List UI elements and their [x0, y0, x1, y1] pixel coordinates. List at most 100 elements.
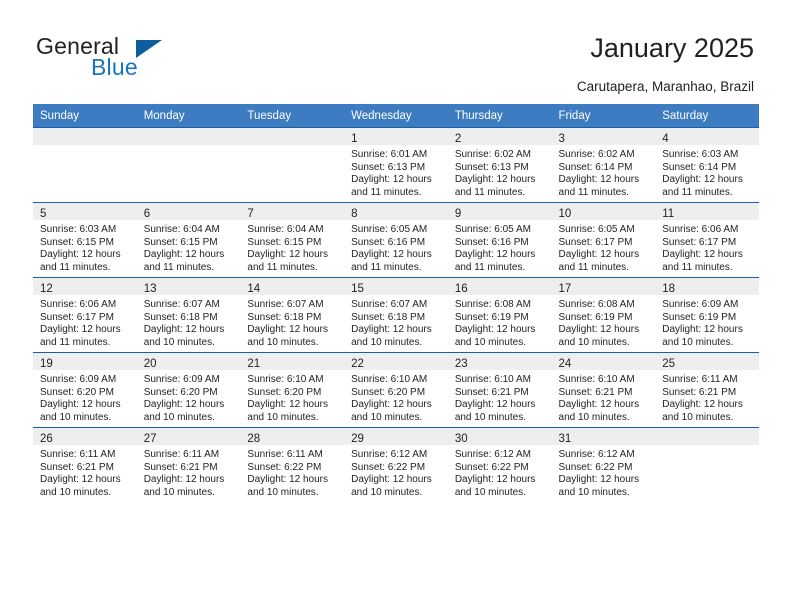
daylight-duration-line2: and 11 minutes. [454, 261, 526, 273]
calendar-day-cell[interactable]: 20 Sunrise: 6:09 AM Sunset: 6:20 PM Dayligh… [136, 352, 241, 428]
sunrise-time: Sunrise: 6:10 AM [247, 374, 324, 385]
day-number-band: 19 [33, 353, 137, 370]
calendar-day-cell[interactable]: 1 Sunrise: 6:01 AM Sunset: 6:13 PM Daylight… [344, 127, 448, 203]
calendar-day-cell[interactable]: 21 Sunrise: 6:10 AM Sunset: 6:20 PM Dayligh… [240, 352, 345, 428]
calendar-day-cell[interactable]: 29 Sunrise: 6:12 AM Sunset: 6:22 PM Dayligh… [344, 427, 448, 502]
calendar-day-cell[interactable]: 28 Sunrise: 6:11 AM Sunset: 6:22 PM Dayligh… [240, 427, 345, 502]
day-details: Sunrise: 6:11 AM Sunset: 6:22 PM Daylight:… [240, 445, 344, 499]
sunset-time: Sunset: 6:19 PM [662, 311, 737, 323]
calendar-day-cell[interactable]: 6 Sunrise: 6:04 AM Sunset: 6:15 PM Daylight… [136, 202, 241, 278]
calendar-day-cell[interactable]: 12 Sunrise: 6:06 AM Sunset: 6:17 PM Dayligh… [33, 277, 137, 353]
day-number: 3 [558, 133, 565, 145]
daylight-duration-line1: Daylight: 12 hours [454, 399, 536, 411]
calendar-day-cell[interactable]: 17 Sunrise: 6:08 AM Sunset: 6:19 PM Dayligh… [551, 277, 656, 353]
day-details: Sunrise: 6:09 AM Sunset: 6:19 PM Daylight:… [655, 295, 759, 349]
daylight-duration-line2: and 10 minutes. [247, 336, 319, 348]
calendar-day-cell[interactable]: 11 Sunrise: 6:06 AM Sunset: 6:17 PM Dayligh… [655, 202, 759, 278]
sunset-time: Sunset: 6:18 PM [247, 311, 322, 323]
daylight-duration-line1: Daylight: 12 hours [662, 399, 743, 411]
day-details: Sunrise: 6:10 AM Sunset: 6:21 PM Daylight:… [448, 370, 552, 424]
calendar-week-row: 26 Sunrise: 6:11 AM Sunset: 6:21 PM Dayligh… [33, 427, 759, 502]
weekday-header-wednesday: Wednesday [344, 104, 448, 128]
sunrise-time: Sunrise: 6:02 AM [558, 149, 635, 160]
sunset-time: Sunset: 6:21 PM [40, 461, 114, 473]
calendar-week-row: 12 Sunrise: 6:06 AM Sunset: 6:17 PM Dayligh… [33, 277, 759, 353]
day-number-band: 16 [447, 278, 552, 295]
daylight-duration-line1: Daylight: 12 hours [40, 399, 121, 411]
sunset-time: Sunset: 6:17 PM [662, 236, 737, 248]
calendar-day-cell[interactable]: 24 Sunrise: 6:10 AM Sunset: 6:21 PM Dayligh… [551, 352, 656, 428]
calendar-day-cell[interactable]: 15 Sunrise: 6:07 AM Sunset: 6:18 PM Dayligh… [344, 277, 448, 353]
calendar-day-cell[interactable]: 26 Sunrise: 6:11 AM Sunset: 6:21 PM Dayligh… [33, 427, 137, 502]
calendar-day-cell[interactable]: 22 Sunrise: 6:10 AM Sunset: 6:20 PM Dayligh… [344, 352, 448, 428]
day-details: Sunrise: 6:10 AM Sunset: 6:20 PM Daylight:… [344, 370, 448, 424]
daylight-duration-line2: and 11 minutes. [558, 186, 629, 198]
day-details: Sunrise: 6:06 AM Sunset: 6:17 PM Daylight:… [33, 295, 137, 349]
daylight-duration-line2: and 10 minutes. [351, 411, 423, 423]
calendar-day-cell[interactable]: 5 Sunrise: 6:03 AM Sunset: 6:15 PM Daylight… [33, 202, 137, 278]
day-number-band: 11 [655, 203, 759, 220]
day-details: Sunrise: 6:05 AM Sunset: 6:16 PM Daylight:… [344, 220, 448, 274]
day-number-band: 21 [240, 353, 345, 370]
day-number: 13 [143, 283, 157, 295]
day-number-band: 12 [33, 278, 137, 295]
calendar-day-cell[interactable]: 3 Sunrise: 6:02 AM Sunset: 6:14 PM Daylight… [551, 127, 656, 203]
day-number-band [136, 128, 241, 145]
day-number: 30 [454, 433, 468, 445]
calendar-day-cell[interactable]: 2 Sunrise: 6:02 AM Sunset: 6:13 PM Daylight… [447, 127, 552, 203]
calendar-week-row: 19 Sunrise: 6:09 AM Sunset: 6:20 PM Dayligh… [33, 352, 759, 428]
weekday-header-tuesday: Tuesday [240, 104, 345, 128]
daylight-duration-line1: Daylight: 12 hours [143, 399, 225, 411]
sunset-time: Sunset: 6:19 PM [454, 311, 529, 323]
daylight-duration-line1: Daylight: 12 hours [454, 249, 536, 261]
day-details: Sunrise: 6:12 AM Sunset: 6:22 PM Daylight:… [344, 445, 448, 499]
day-number-band: 20 [136, 353, 241, 370]
calendar-day-cell[interactable]: 4 Sunrise: 6:03 AM Sunset: 6:14 PM Daylight… [655, 127, 759, 203]
day-number: 17 [558, 283, 572, 295]
calendar-day-cell[interactable]: 10 Sunrise: 6:05 AM Sunset: 6:17 PM Dayligh… [551, 202, 656, 278]
sunrise-time: Sunrise: 6:11 AM [247, 449, 323, 460]
day-number-band: 7 [240, 203, 345, 220]
daylight-duration-line1: Daylight: 12 hours [351, 399, 432, 411]
calendar-day-cell[interactable]: 7 Sunrise: 6:04 AM Sunset: 6:15 PM Daylight… [240, 202, 345, 278]
calendar-day-cell[interactable]: 18 Sunrise: 6:09 AM Sunset: 6:19 PM Dayligh… [655, 277, 759, 353]
daylight-duration-line1: Daylight: 12 hours [558, 249, 640, 261]
calendar-day-cell[interactable]: 8 Sunrise: 6:05 AM Sunset: 6:16 PM Daylight… [344, 202, 448, 278]
calendar-day-cell[interactable]: 23 Sunrise: 6:10 AM Sunset: 6:21 PM Dayligh… [447, 352, 552, 428]
calendar-day-cell[interactable]: 27 Sunrise: 6:11 AM Sunset: 6:21 PM Dayligh… [136, 427, 241, 502]
calendar-day-cell[interactable]: 13 Sunrise: 6:07 AM Sunset: 6:18 PM Dayligh… [136, 277, 241, 353]
day-number-band: 4 [655, 128, 759, 145]
calendar-page: General Blue January 2025 Carutapera, Ma… [0, 0, 792, 612]
sunset-time: Sunset: 6:21 PM [454, 386, 529, 398]
sunset-time: Sunset: 6:22 PM [558, 461, 633, 473]
day-number-band: 14 [240, 278, 345, 295]
weekday-header-sunday: Sunday [33, 104, 137, 128]
sunrise-time: Sunrise: 6:11 AM [662, 374, 738, 385]
day-number-band: 30 [447, 428, 552, 445]
daylight-duration-line2: and 10 minutes. [558, 411, 630, 423]
day-number: 11 [662, 208, 675, 220]
day-details: Sunrise: 6:07 AM Sunset: 6:18 PM Daylight:… [137, 295, 241, 349]
sunrise-time: Sunrise: 6:05 AM [351, 224, 428, 235]
daylight-duration-line1: Daylight: 12 hours [143, 324, 225, 336]
general-blue-logo[interactable]: General Blue [36, 33, 236, 89]
calendar-day-cell[interactable]: 30 Sunrise: 6:12 AM Sunset: 6:22 PM Dayligh… [447, 427, 552, 502]
day-details: Sunrise: 6:12 AM Sunset: 6:22 PM Daylight:… [448, 445, 552, 499]
day-details: Sunrise: 6:04 AM Sunset: 6:15 PM Daylight:… [137, 220, 241, 274]
daylight-duration-line1: Daylight: 12 hours [558, 399, 640, 411]
calendar-day-cell[interactable]: 19 Sunrise: 6:09 AM Sunset: 6:20 PM Dayligh… [33, 352, 137, 428]
sunrise-time: Sunrise: 6:08 AM [558, 299, 635, 310]
calendar-day-cell[interactable]: 14 Sunrise: 6:07 AM Sunset: 6:18 PM Dayligh… [240, 277, 345, 353]
day-number-band: 13 [136, 278, 241, 295]
day-number: 14 [247, 283, 261, 295]
calendar-day-cell[interactable]: 16 Sunrise: 6:08 AM Sunset: 6:19 PM Dayligh… [447, 277, 552, 353]
daylight-duration-line1: Daylight: 12 hours [143, 249, 225, 261]
daylight-duration-line1: Daylight: 12 hours [351, 174, 432, 186]
calendar-day-cell[interactable]: 31 Sunrise: 6:12 AM Sunset: 6:22 PM Dayligh… [551, 427, 656, 502]
sunset-time: Sunset: 6:16 PM [454, 236, 529, 248]
sunrise-time: Sunrise: 6:04 AM [247, 224, 324, 235]
day-number-band [240, 128, 345, 145]
calendar-day-cell[interactable]: 9 Sunrise: 6:05 AM Sunset: 6:16 PM Daylight… [447, 202, 552, 278]
calendar-day-cell[interactable]: 25 Sunrise: 6:11 AM Sunset: 6:21 PM Dayligh… [655, 352, 759, 428]
daylight-duration-line1: Daylight: 12 hours [351, 474, 432, 486]
